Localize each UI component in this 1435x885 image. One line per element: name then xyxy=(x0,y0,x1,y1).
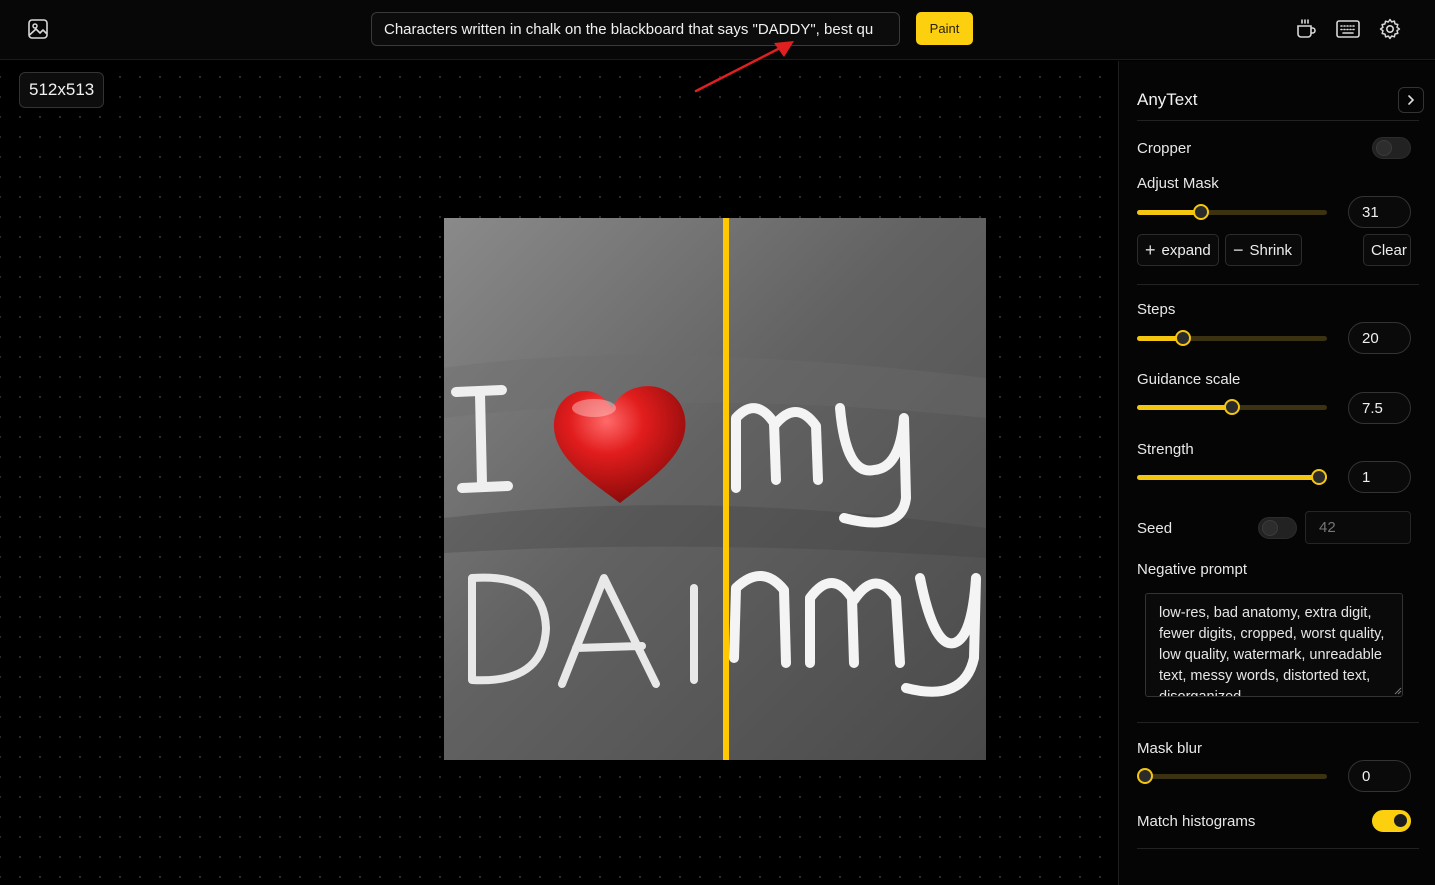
minus-icon: − xyxy=(1233,239,1244,260)
mask-blur-label: Mask blur xyxy=(1137,740,1203,757)
guidance-scale-slider[interactable] xyxy=(1137,399,1327,415)
divider xyxy=(1137,120,1419,121)
image-comparison[interactable] xyxy=(444,218,986,760)
paint-button[interactable]: Paint xyxy=(916,12,973,45)
match-histograms-toggle[interactable] xyxy=(1372,810,1411,832)
strength-slider[interactable] xyxy=(1137,469,1327,485)
comparison-divider-handle[interactable] xyxy=(722,218,729,760)
clear-button[interactable]: Clear xyxy=(1363,234,1411,266)
sidebar-title: AnyText xyxy=(1137,90,1198,109)
adjust-mask-value[interactable] xyxy=(1348,196,1411,228)
expand-button[interactable]: + expand xyxy=(1137,234,1219,266)
cropper-label: Cropper xyxy=(1137,140,1192,157)
steps-value[interactable] xyxy=(1348,322,1411,354)
steps-slider[interactable] xyxy=(1137,330,1327,346)
chevron-right-icon xyxy=(1408,95,1415,105)
guidance-scale-value[interactable] xyxy=(1348,392,1411,424)
negative-prompt-label: Negative prompt xyxy=(1137,561,1248,578)
seed-toggle[interactable] xyxy=(1258,517,1297,539)
image-size-badge: 512x513 xyxy=(19,72,105,108)
expand-label: expand xyxy=(1161,241,1211,259)
annotation-arrow xyxy=(694,41,794,93)
plus-icon: + xyxy=(1145,239,1156,260)
adjust-mask-slider[interactable] xyxy=(1137,204,1327,220)
match-histograms-label: Match histograms xyxy=(1137,813,1256,830)
prompt-input[interactable] xyxy=(371,12,900,46)
negative-prompt-input[interactable] xyxy=(1145,593,1403,697)
adjust-mask-label: Adjust Mask xyxy=(1137,175,1219,192)
mask-blur-value[interactable] xyxy=(1348,760,1411,792)
shrink-label: Shrink xyxy=(1249,241,1293,259)
resize-grip-icon[interactable] xyxy=(1394,687,1402,695)
guidance-scale-label: Guidance scale xyxy=(1137,371,1241,388)
cropper-toggle[interactable] xyxy=(1372,137,1411,159)
divider xyxy=(1137,722,1419,723)
strength-value[interactable] xyxy=(1348,461,1411,493)
mask-blur-slider[interactable] xyxy=(1137,768,1327,784)
divider xyxy=(1137,284,1419,285)
strength-label: Strength xyxy=(1137,441,1194,458)
coffee-icon[interactable] xyxy=(1293,16,1319,42)
steps-label: Steps xyxy=(1137,301,1176,318)
divider xyxy=(1137,848,1419,849)
chalkboard-image xyxy=(444,218,986,760)
gear-icon[interactable] xyxy=(1377,16,1403,42)
image-icon[interactable] xyxy=(25,16,51,42)
shrink-button[interactable]: − Shrink xyxy=(1225,234,1302,266)
keyboard-icon[interactable] xyxy=(1335,16,1361,42)
seed-input[interactable] xyxy=(1305,511,1411,544)
collapse-sidebar-button[interactable] xyxy=(1398,87,1424,113)
seed-label: Seed xyxy=(1137,520,1173,537)
settings-sidebar: AnyText Cropper Adjust Mask + expand −Shr… xyxy=(1118,61,1435,885)
